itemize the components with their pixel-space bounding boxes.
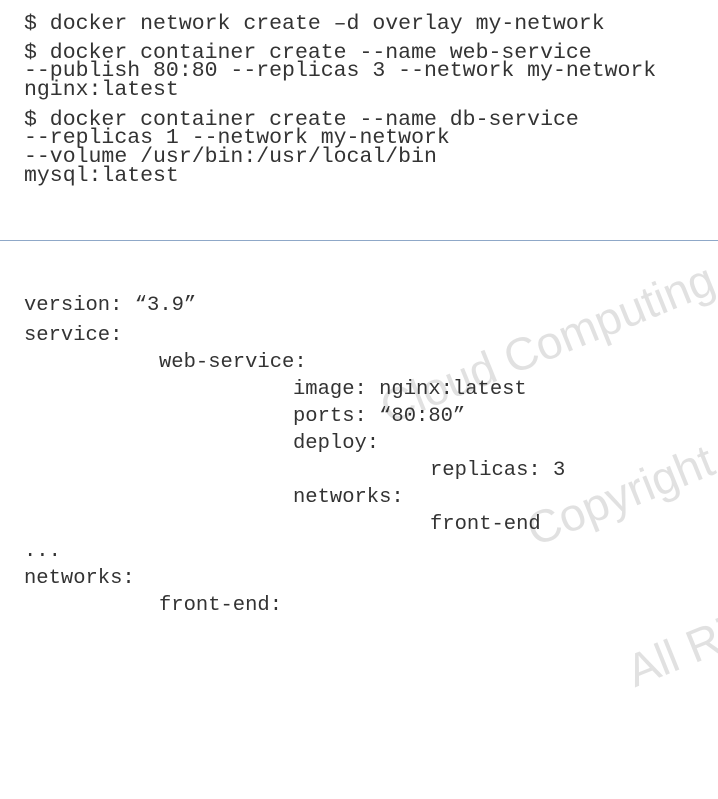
web-service-command-line-3: nginx:latest [24,78,179,102]
watermark-line-3: All Rights R [619,575,718,697]
yaml-networks-key: networks: [24,567,135,590]
network-create-command: $ docker network create –d overlay my-ne… [24,12,605,36]
yaml-web-service-key: web-service: [159,351,307,374]
yaml-front-end-key: front-end: [159,594,283,617]
yaml-service-key: service: [24,324,123,347]
section-divider [0,240,718,241]
yaml-image: image: nginx:latest [293,378,527,401]
yaml-ellipsis: ... [24,540,61,563]
yaml-ports: ports: “80:80” [293,405,466,428]
yaml-service-networks-key: networks: [293,486,404,509]
db-service-command-line-4: mysql:latest [24,164,179,188]
yaml-replicas: replicas: 3 [430,459,566,482]
yaml-service-network-value: front-end [430,513,541,536]
yaml-version: version: “3.9” [24,294,197,317]
watermark-line-2: Copyright R [519,416,718,556]
yaml-deploy-key: deploy: [293,432,380,455]
